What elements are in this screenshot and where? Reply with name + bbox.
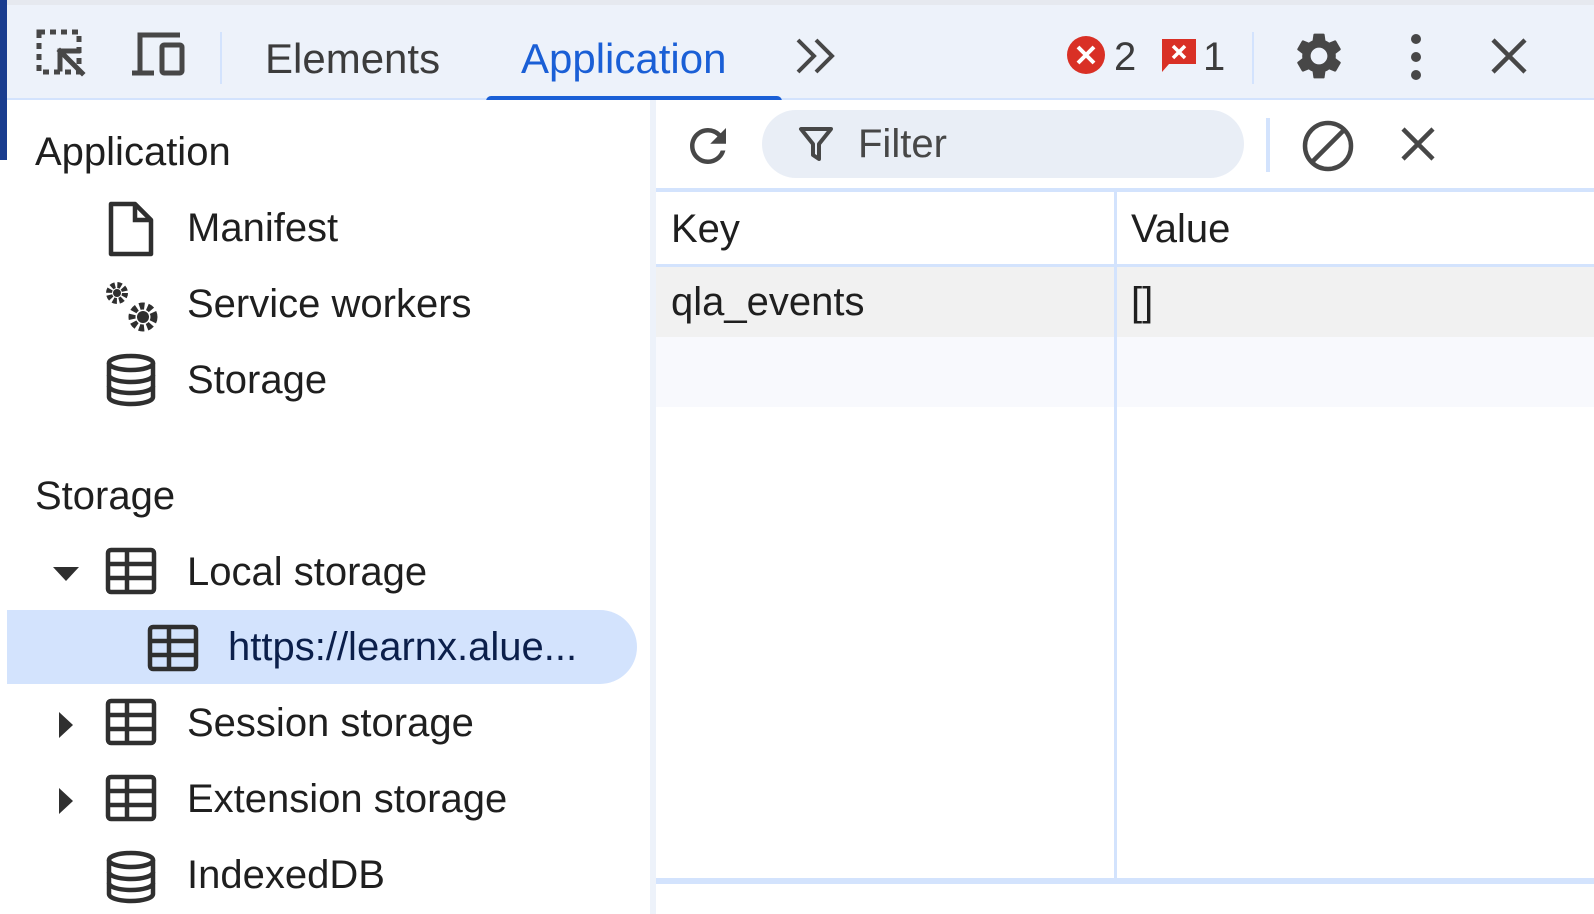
storage-toolbar: Filter: [656, 100, 1594, 192]
storage-data-grid: Key Value qla_events []: [656, 192, 1594, 884]
database-icon: [105, 353, 157, 412]
cell-value: []: [1131, 279, 1154, 324]
sidebar-item-indexeddb[interactable]: IndexedDB: [7, 838, 647, 912]
section-title-application: Application: [35, 130, 231, 174]
more-tabs-icon[interactable]: [790, 31, 842, 81]
grid-bottom-border: [656, 878, 1594, 884]
document-icon: [105, 200, 157, 263]
filter-input[interactable]: Filter: [762, 110, 1244, 178]
delete-selected-icon[interactable]: [1396, 122, 1440, 166]
inspect-icon[interactable]: [32, 25, 92, 85]
sidebar-item-label: Manifest: [187, 205, 339, 250]
expand-arrow-icon[interactable]: [51, 565, 81, 588]
column-divider[interactable]: [1114, 192, 1117, 884]
settings-icon[interactable]: [1290, 27, 1348, 85]
collapse-arrow-icon[interactable]: [57, 710, 75, 745]
clear-all-icon[interactable]: [1298, 116, 1358, 176]
table-row[interactable]: qla_events []: [656, 267, 1594, 337]
collapse-arrow-icon[interactable]: [57, 786, 75, 821]
empty-row: [656, 337, 1594, 407]
sidebar-item-label: Local storage: [187, 549, 428, 594]
device-toolbar-icon[interactable]: [126, 25, 192, 85]
sidebar-item-label: Storage: [187, 357, 328, 402]
more-options-icon[interactable]: [1396, 29, 1436, 85]
sidebar-item-label: IndexedDB: [187, 852, 385, 897]
filter-icon: [798, 125, 834, 163]
table-icon: [105, 698, 157, 751]
window-edge: [0, 0, 7, 160]
filter-placeholder: Filter: [858, 121, 947, 166]
tab-elements[interactable]: Elements: [265, 35, 440, 83]
sidebar-item-label: Session storage: [187, 700, 474, 745]
refresh-icon[interactable]: [678, 116, 738, 176]
section-title-storage: Storage: [35, 474, 176, 518]
sidebar-item-extension-storage[interactable]: Extension storage: [7, 762, 647, 836]
sidebar-item-local-storage[interactable]: Local storage: [7, 535, 647, 609]
cell-key: qla_events: [671, 279, 865, 324]
sidebar-item-label: https://learnx.alue...: [228, 624, 578, 669]
sidebar-item-session-storage[interactable]: Session storage: [7, 686, 647, 760]
issue-icon[interactable]: [1158, 35, 1200, 77]
issue-count[interactable]: 1: [1203, 35, 1225, 80]
column-header-key[interactable]: Key: [671, 192, 740, 266]
sidebar-item-local-storage-origin[interactable]: https://learnx.alue...: [7, 610, 637, 684]
gears-icon: [101, 275, 163, 340]
table-icon: [147, 624, 199, 677]
sidebar-item-label: Extension storage: [187, 776, 508, 821]
tab-application[interactable]: Application: [521, 35, 726, 83]
sidebar-item-service-workers[interactable]: Service workers: [7, 267, 647, 341]
table-icon: [105, 547, 157, 600]
error-icon[interactable]: [1064, 33, 1108, 77]
column-header-value[interactable]: Value: [1131, 192, 1230, 266]
error-count[interactable]: 2: [1114, 35, 1136, 80]
sidebar-item-storage[interactable]: Storage: [7, 343, 647, 417]
database-icon: [105, 850, 157, 909]
devtools-toolbar: Elements Application 2 1: [0, 0, 1594, 105]
sidebar-item-manifest[interactable]: Manifest: [7, 191, 647, 265]
sidebar-item-label: Service workers: [187, 281, 472, 326]
table-icon: [105, 774, 157, 827]
application-sidebar: Application Manifest Service workers Sto…: [7, 100, 652, 914]
close-icon[interactable]: [1484, 31, 1534, 81]
